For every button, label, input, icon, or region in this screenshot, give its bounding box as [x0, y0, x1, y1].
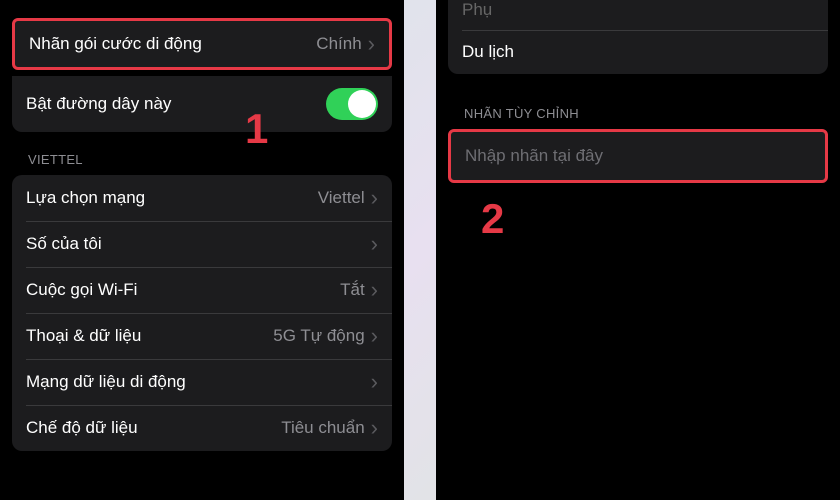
- settings-panel-left: Nhãn gói cước di động Chính › Bật đường …: [0, 0, 404, 500]
- preset-labels-group: Phụ Du lịch: [448, 0, 828, 74]
- row-value: Tắt: [340, 280, 365, 300]
- row-label: Cuộc gọi Wi-Fi: [26, 280, 137, 300]
- chevron-right-icon: ›: [371, 187, 378, 209]
- chevron-right-icon: ›: [368, 33, 375, 55]
- row-label: Phụ: [462, 0, 492, 20]
- row-label: Chế độ dữ liệu: [26, 418, 138, 438]
- row-value: Viettel: [318, 188, 365, 208]
- chevron-right-icon: ›: [371, 417, 378, 439]
- wifi-calling-row[interactable]: Cuộc gọi Wi-Fi Tắt ›: [12, 267, 392, 313]
- row-label: Lựa chọn mạng: [26, 188, 145, 208]
- mobile-data-network-row[interactable]: Mạng dữ liệu di động ›: [12, 359, 392, 405]
- line-toggle-group: Bật đường dây này: [12, 76, 392, 132]
- chevron-right-icon: ›: [371, 279, 378, 301]
- line-toggle-row[interactable]: Bật đường dây này: [12, 76, 392, 132]
- cellular-plan-row[interactable]: Nhãn gói cước di động Chính ›: [15, 21, 389, 67]
- my-number-row[interactable]: Số của tôi ›: [12, 221, 392, 267]
- cellular-plan-value: Chính: [316, 34, 361, 54]
- row-value: 5G Tự động: [273, 326, 364, 346]
- data-mode-row[interactable]: Chế độ dữ liệu Tiêu chuẩn ›: [12, 405, 392, 451]
- label-row-secondary-partial[interactable]: Phụ: [448, 0, 828, 30]
- network-selection-row[interactable]: Lựa chọn mạng Viettel ›: [12, 175, 392, 221]
- row-label: Số của tôi: [26, 234, 102, 254]
- custom-label-placeholder: Nhập nhãn tại đây: [465, 146, 603, 165]
- cellular-plan-value-wrap: Chính ›: [316, 33, 375, 55]
- row-value: Tiêu chuẩn: [281, 418, 364, 438]
- section-header-viettel: VIETTEL: [0, 132, 404, 175]
- row-label: Mạng dữ liệu di động: [26, 372, 186, 392]
- chevron-right-icon: ›: [371, 371, 378, 393]
- chevron-right-icon: ›: [371, 233, 378, 255]
- row-label: Du lịch: [462, 42, 514, 62]
- label-edit-panel-right: Phụ Du lịch NHÃN TÙY CHỈNH Nhập nhãn tại…: [436, 0, 840, 500]
- row-label: Thoại & dữ liệu: [26, 326, 141, 346]
- custom-label-input-wrap[interactable]: Nhập nhãn tại đây: [448, 129, 828, 183]
- voice-data-row[interactable]: Thoại & dữ liệu 5G Tự động ›: [12, 313, 392, 359]
- section-header-custom-label: NHÃN TÙY CHỈNH: [436, 74, 840, 129]
- panel-gap: [404, 0, 436, 500]
- cellular-plan-label: Nhãn gói cước di động: [29, 34, 202, 54]
- line-toggle-label: Bật đường dây này: [26, 94, 171, 114]
- label-row-travel[interactable]: Du lịch: [448, 30, 828, 74]
- toggle-knob: [348, 90, 376, 118]
- annotation-2: 2: [481, 195, 504, 243]
- chevron-right-icon: ›: [371, 325, 378, 347]
- line-toggle-switch[interactable]: [326, 88, 378, 120]
- carrier-settings-group: Lựa chọn mạng Viettel › Số của tôi › Cuộ…: [12, 175, 392, 451]
- cellular-plan-group: Nhãn gói cước di động Chính ›: [12, 18, 392, 70]
